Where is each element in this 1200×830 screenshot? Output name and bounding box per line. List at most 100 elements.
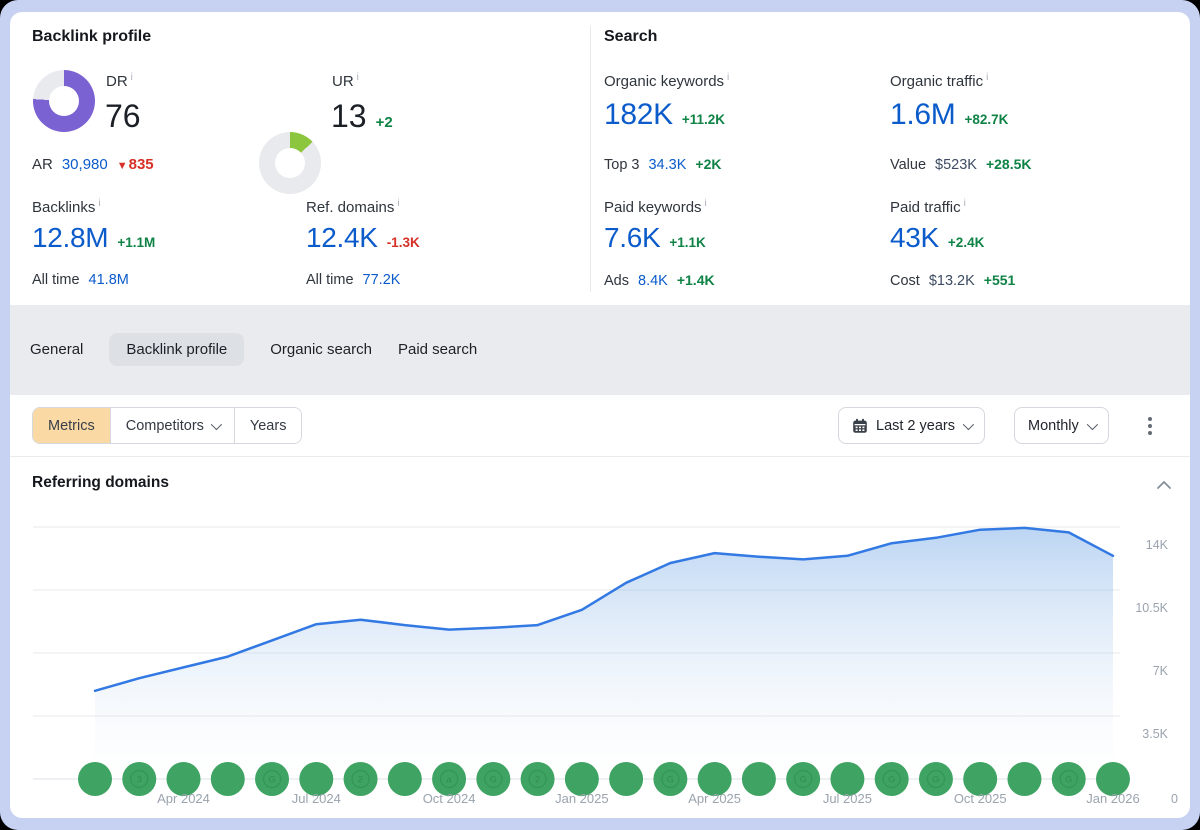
x-axis-tick-label: Jan 2026: [1086, 791, 1140, 806]
paid-keywords-label: Paid keywordsi: [604, 198, 707, 216]
event-marker[interactable]: G: [476, 762, 510, 796]
tab-backlink-profile[interactable]: Backlink profile: [109, 333, 244, 366]
event-marker[interactable]: G: [653, 762, 687, 796]
paid-keywords-value-row: 7.6K +1.1K: [604, 222, 706, 254]
ur-label: URi: [332, 72, 359, 90]
chevron-up-icon[interactable]: [1156, 480, 1172, 490]
value-row: Value $523K +28.5K: [890, 156, 1032, 173]
cost-row: Cost $13.2K +551: [890, 272, 1015, 289]
backlinks-value[interactable]: 12.8M: [32, 222, 108, 254]
event-marker-glyph: G: [932, 775, 939, 786]
y-axis-tick-label: 14K: [1146, 538, 1169, 552]
backlinks-value-row: 12.8M +1.1M: [32, 222, 155, 254]
event-marker[interactable]: G: [875, 762, 909, 796]
tab-general[interactable]: General: [30, 333, 83, 366]
event-marker[interactable]: G: [786, 762, 820, 796]
event-marker[interactable]: [211, 762, 245, 796]
chevron-down-icon: [1087, 418, 1098, 429]
dr-donut-chart[interactable]: [33, 70, 95, 132]
cost-amount[interactable]: $13.2K: [929, 273, 975, 289]
organic-traffic-delta: +82.7K: [965, 112, 1009, 127]
organic-keywords-value[interactable]: 182K: [604, 98, 673, 132]
organic-traffic-value[interactable]: 1.6M: [890, 98, 956, 132]
paid-traffic-value-row: 43K +2.4K: [890, 222, 984, 254]
paid-keywords-value[interactable]: 7.6K: [604, 222, 660, 254]
area-fill: [95, 528, 1113, 779]
x-axis-tick-label: Jan 2025: [555, 791, 609, 806]
x-axis-tick-label: Oct 2025: [954, 791, 1007, 806]
event-marker[interactable]: G: [1052, 762, 1086, 796]
event-marker[interactable]: 2: [521, 762, 555, 796]
x-axis-tick-label: Apr 2025: [688, 791, 741, 806]
traffic-value-amount[interactable]: $523K: [935, 157, 977, 173]
event-marker[interactable]: [388, 762, 422, 796]
date-range-button[interactable]: Last 2 years: [838, 407, 985, 444]
granularity-button[interactable]: Monthly: [1014, 407, 1109, 444]
event-marker-glyph: G: [490, 775, 497, 786]
top3-link[interactable]: 34.3K: [648, 157, 686, 173]
ref-domains-alltime-link[interactable]: 77.2K: [363, 272, 401, 288]
x-axis-tick-label: Jul 2025: [823, 791, 872, 806]
info-icon[interactable]: i: [131, 72, 133, 83]
section-divider: [590, 26, 591, 292]
view-segmented-control: Metrics Competitors Years: [32, 407, 302, 444]
ref-domains-alltime-row: All time 77.2K: [306, 272, 400, 288]
more-options-kebab-icon[interactable]: [1142, 411, 1158, 441]
ar-value-link[interactable]: 30,980: [62, 156, 108, 173]
years-segment[interactable]: Years: [235, 408, 302, 443]
y-axis-tick-label: 10.5K: [1135, 601, 1168, 615]
info-icon[interactable]: i: [727, 72, 729, 83]
tab-organic-search[interactable]: Organic search: [270, 333, 372, 366]
referring-domains-chart[interactable]: 3G2aG2GGGGG 14K10.5K7K3.5K0Apr 2024Jul 2…: [10, 510, 1190, 816]
ur-value-row: 13 +2: [331, 100, 393, 132]
ar-label: AR: [32, 156, 53, 173]
event-marker[interactable]: [742, 762, 776, 796]
paid-traffic-value[interactable]: 43K: [890, 222, 939, 254]
organic-keywords-label: Organic keywordsi: [604, 72, 729, 90]
metrics-segment[interactable]: Metrics: [33, 408, 111, 443]
event-marker[interactable]: 3: [122, 762, 156, 796]
tabs-band: General Backlink profile Organic search …: [10, 305, 1190, 395]
backlinks-delta: +1.1M: [117, 235, 155, 250]
info-icon[interactable]: i: [705, 198, 707, 209]
ref-domains-delta: -1.3K: [387, 235, 420, 250]
event-marker[interactable]: G: [919, 762, 953, 796]
event-marker-glyph: a: [446, 775, 452, 786]
dr-value: 76: [105, 100, 141, 132]
ads-link[interactable]: 8.4K: [638, 273, 668, 289]
info-icon[interactable]: i: [964, 198, 966, 209]
paid-traffic-label: Paid traffici: [890, 198, 966, 216]
backlinks-alltime-link[interactable]: 41.8M: [89, 272, 129, 288]
event-marker-glyph: G: [799, 775, 806, 786]
top3-row: Top 3 34.3K +2K: [604, 156, 721, 173]
info-icon[interactable]: i: [357, 72, 359, 83]
organic-traffic-value-row: 1.6M +82.7K: [890, 98, 1008, 132]
competitors-segment[interactable]: Competitors: [111, 408, 235, 443]
ref-domains-value[interactable]: 12.4K: [306, 222, 378, 254]
event-marker[interactable]: 2: [344, 762, 378, 796]
info-icon[interactable]: i: [986, 72, 988, 83]
event-marker[interactable]: [1007, 762, 1041, 796]
down-triangle-icon: ▼: [117, 160, 128, 172]
y-axis-tick-label: 7K: [1153, 664, 1169, 678]
organic-traffic-label: Organic traffici: [890, 72, 988, 90]
paid-keywords-delta: +1.1K: [669, 235, 705, 250]
ar-row: AR 30,980 ▼835: [32, 156, 154, 173]
event-marker-glyph: G: [888, 775, 895, 786]
x-axis-tick-label: Oct 2024: [423, 791, 476, 806]
tab-paid-search[interactable]: Paid search: [398, 333, 477, 366]
main-content: Backlink profile DRi 76 AR 30,980 ▼835 U…: [10, 12, 1190, 818]
event-marker[interactable]: [609, 762, 643, 796]
paid-traffic-delta: +2.4K: [948, 235, 984, 250]
event-marker-glyph: 2: [358, 775, 363, 786]
ur-donut-chart[interactable]: [259, 132, 321, 194]
ref-domains-value-row: 12.4K -1.3K: [306, 222, 420, 254]
organic-keywords-value-row: 182K +11.2K: [604, 98, 725, 132]
event-marker[interactable]: [78, 762, 112, 796]
event-marker-glyph: G: [667, 775, 674, 786]
chart-title: Referring domains: [32, 474, 169, 492]
info-icon[interactable]: i: [397, 198, 399, 209]
event-marker[interactable]: G: [255, 762, 289, 796]
dr-label: DRi: [106, 72, 133, 90]
info-icon[interactable]: i: [98, 198, 100, 209]
